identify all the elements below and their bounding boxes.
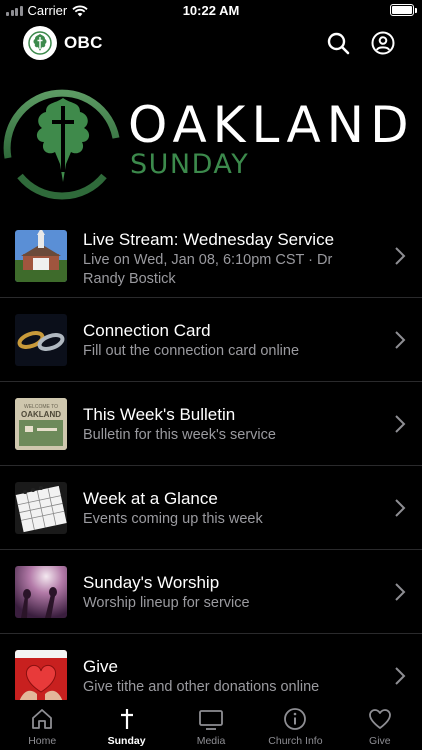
chevron-right-icon <box>395 583 406 601</box>
banner-title: OAKLAND <box>128 96 415 154</box>
chain-links-thumbnail <box>15 314 67 366</box>
chevron-right-icon <box>395 415 406 433</box>
oak-leaf-logo <box>3 89 120 200</box>
list-item-title: This Week's Bulletin <box>83 405 236 424</box>
info-icon <box>284 708 307 730</box>
app-header: OBC <box>0 24 422 64</box>
list-item-subtitle: Fill out the connection card online <box>83 343 300 359</box>
home-icon <box>32 709 53 729</box>
search-icon[interactable] <box>326 31 350 55</box>
list-item-subtitle: Events coming up this week <box>83 511 263 527</box>
chevron-right-icon <box>395 667 406 685</box>
list-item-title: Live Stream: Wednesday Service <box>83 230 335 249</box>
list-item-subtitle: Give tithe and other donations online <box>83 679 320 695</box>
list-item-title: Week at a Glance <box>83 489 218 508</box>
tab-label: Church Info <box>268 735 323 747</box>
list-item-live-stream[interactable]: Live Stream: Wednesday Service Live on W… <box>0 214 422 298</box>
tab-bar: Home Sunday Media Church Info Give <box>0 700 422 750</box>
church-photo-thumbnail <box>15 230 67 282</box>
banner-subtitle: SUNDAY <box>130 149 250 180</box>
tab-give[interactable]: Give <box>338 700 422 750</box>
list-item-title: Give <box>83 657 118 676</box>
heart-icon <box>368 709 391 729</box>
chevron-right-icon <box>395 499 406 517</box>
list-item-title: Sunday's Worship <box>83 573 220 592</box>
thumb-text: OAKLAND <box>21 410 61 419</box>
bulletin-thumbnail: WELCOME TO OAKLAND <box>15 398 67 450</box>
chevron-right-icon <box>395 247 406 265</box>
tab-label: Give <box>369 735 391 747</box>
list-item-subtitle: Live on Wed, Jan 08, 6:10pm CST · Dr Ran… <box>83 252 333 287</box>
worship-hands-thumbnail <box>15 566 67 618</box>
list-item-title: Connection Card <box>83 321 211 340</box>
tab-media[interactable]: Media <box>169 700 253 750</box>
oakland-sunday-banner: OAKLAND SUNDAY <box>0 80 422 200</box>
list-item-bulletin[interactable]: WELCOME TO OAKLAND This Week's Bulletin … <box>0 382 422 466</box>
status-bar: Carrier 10:22 AM <box>0 0 422 22</box>
calendar-thumbnail <box>15 482 67 534</box>
app-title: OBC <box>64 33 103 52</box>
tab-church-info[interactable]: Church Info <box>253 700 337 750</box>
cross-icon <box>120 709 133 729</box>
chevron-right-icon <box>395 331 406 349</box>
tab-label: Sunday <box>107 735 146 747</box>
tab-label: Media <box>196 735 226 747</box>
status-time: 10:22 AM <box>182 3 240 18</box>
list-item-week-at-a-glance[interactable]: Week at a Glance Events coming up this w… <box>0 466 422 550</box>
account-icon[interactable] <box>371 31 395 55</box>
list-item-connection-card[interactable]: Connection Card Fill out the connection … <box>0 298 422 382</box>
list-item-sundays-worship[interactable]: Sunday's Worship Worship lineup for serv… <box>0 550 422 634</box>
oak-leaf-cross-icon[interactable] <box>23 26 57 60</box>
list-item-subtitle: Bulletin for this week's service <box>83 427 276 443</box>
battery-icon <box>390 4 417 16</box>
tab-label: Home <box>28 735 57 747</box>
heart-hands-thumbnail <box>15 650 67 702</box>
tab-sunday[interactable]: Sunday <box>84 700 168 750</box>
tv-icon <box>199 710 223 730</box>
list-item-subtitle: Worship lineup for service <box>83 595 250 611</box>
tab-home[interactable]: Home <box>0 700 84 750</box>
